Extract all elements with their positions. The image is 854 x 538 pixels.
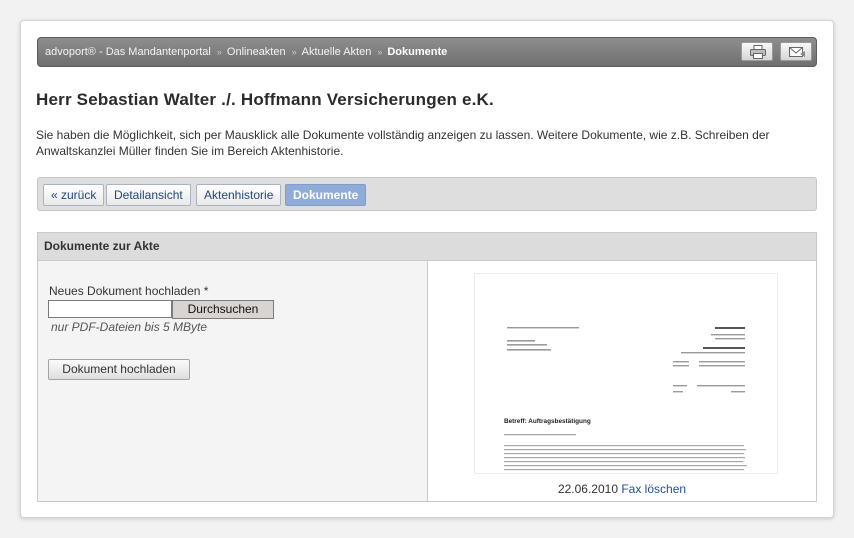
breadcrumb-item-aktuelle-akten[interactable]: Aktuelle Akten	[302, 46, 372, 58]
document-thumbnail: Betreff: Auftragsbestätigung	[504, 327, 747, 471]
upload-button[interactable]: Dokument hochladen	[48, 359, 190, 380]
breadcrumb-item-onlineakten[interactable]: Onlineakten	[227, 46, 286, 58]
delete-fax-link[interactable]: Fax löschen	[621, 482, 686, 496]
intro-text-line-1: Sie haben die Möglichkeit, sich per Maus…	[36, 128, 770, 142]
tab-dokumente[interactable]: Dokumente	[285, 184, 367, 206]
document-section: Betreff: Auftragsbestätigung 22.06.2010	[428, 261, 816, 501]
upload-label: Neues Dokument hochladen *	[49, 284, 209, 298]
print-button[interactable]	[741, 42, 773, 61]
file-hint: nur PDF-Dateien bis 5 MByte	[51, 320, 208, 334]
browse-button[interactable]: Durchsuchen	[172, 300, 274, 319]
document-date: 22.06.2010	[557, 482, 618, 496]
breadcrumb-separator: »	[216, 47, 222, 57]
documents-panel: Dokumente zur Akte Neues Dokument hochla…	[37, 232, 817, 502]
document-preview[interactable]: Betreff: Auftragsbestätigung	[474, 273, 778, 474]
page-title: Herr Sebastian Walter ./. Hoffmann Versi…	[36, 90, 494, 109]
file-input[interactable]	[48, 300, 172, 318]
breadcrumb-item-current: Dokumente	[387, 46, 448, 58]
document-caption: 22.06.2010 Fax löschen	[428, 482, 816, 496]
breadcrumb-separator: »	[291, 47, 297, 57]
intro-text-line-2: Anwaltskanzlei Müller finden Sie im Bere…	[36, 144, 344, 158]
tab-detailansicht[interactable]: Detailansicht	[106, 184, 191, 206]
tab-aktenhistorie[interactable]: Aktenhistorie	[196, 184, 282, 206]
tab-back[interactable]: « zurück	[43, 184, 105, 206]
breadcrumb: advoport® - Das Mandantenportal » Onlineak…	[45, 38, 447, 66]
content-card: advoport® - Das Mandantenportal » Onlineak…	[20, 20, 834, 518]
breadcrumb-bar: advoport® - Das Mandantenportal » Onlineak…	[37, 37, 817, 67]
intro-text: Sie haben die Möglichkeit, sich per Maus…	[36, 127, 816, 159]
panel-title: Dokumente zur Akte	[38, 233, 816, 261]
tab-bar: « zurück Detailansicht Aktenhistorie Dok…	[37, 177, 817, 211]
document-subject: Betreff: Auftragsbestätigung	[504, 418, 591, 425]
mail-button[interactable]	[780, 42, 812, 61]
printer-icon	[750, 45, 766, 59]
breadcrumb-item-portal[interactable]: advoport® - Das Mandantenportal	[45, 46, 211, 58]
mail-icon	[789, 47, 805, 57]
breadcrumb-separator: »	[377, 47, 383, 57]
upload-section: Neues Dokument hochladen * Durchsuchen n…	[38, 261, 428, 501]
